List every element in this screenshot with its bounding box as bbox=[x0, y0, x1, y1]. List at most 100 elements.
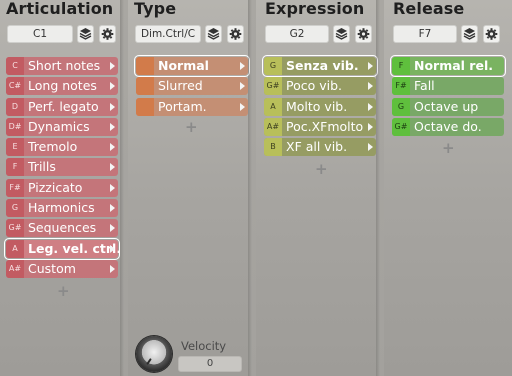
triangle-right-icon[interactable] bbox=[368, 122, 373, 131]
articulation-item-pizzicato[interactable]: F# Pizzicato bbox=[6, 178, 118, 197]
layers-icon[interactable] bbox=[77, 25, 94, 43]
triangle-right-icon[interactable] bbox=[110, 183, 115, 192]
gear-icon[interactable] bbox=[227, 25, 244, 43]
type-item-portam[interactable]: Portam. bbox=[136, 97, 248, 116]
item-label: Slurred bbox=[158, 78, 203, 94]
triangle-right-icon[interactable] bbox=[110, 163, 115, 172]
item-label: Long notes bbox=[28, 78, 97, 94]
release-key-field[interactable]: F7 bbox=[393, 25, 457, 43]
add-expression-button[interactable]: + bbox=[315, 160, 328, 178]
key-tag: D bbox=[6, 97, 24, 116]
item-label: Harmonics bbox=[28, 200, 95, 216]
triangle-right-icon[interactable] bbox=[368, 62, 373, 70]
key-tag: D# bbox=[6, 117, 24, 136]
triangle-right-icon[interactable] bbox=[368, 102, 373, 111]
articulation-item-tremolo[interactable]: E Tremolo bbox=[6, 138, 118, 157]
item-label: Senza vib. bbox=[286, 58, 359, 73]
layers-icon[interactable] bbox=[333, 25, 350, 43]
add-release-button[interactable]: + bbox=[442, 139, 455, 157]
type-item-slurred[interactable]: Slurred bbox=[136, 77, 248, 96]
item-label: XF all vib. bbox=[286, 139, 348, 155]
item-label: Molto vib. bbox=[286, 98, 348, 114]
release-column: Release F7 F Normal rel. F# Fall G Octave u… bbox=[384, 0, 512, 376]
item-label: Trills bbox=[28, 159, 56, 175]
articulation-item-leg-vel-ctrl[interactable]: A Leg. vel. ctrl. bbox=[4, 237, 121, 260]
articulation-item-long-notes[interactable]: C# Long notes bbox=[6, 77, 118, 96]
layers-icon[interactable] bbox=[205, 25, 222, 43]
triangle-right-icon[interactable] bbox=[110, 204, 115, 213]
triangle-right-icon[interactable] bbox=[110, 122, 115, 131]
triangle-right-icon[interactable] bbox=[240, 62, 245, 70]
expression-column: Expression G2 G Senza vib. G# Poco vib. AM… bbox=[256, 0, 380, 376]
triangle-right-icon[interactable] bbox=[240, 102, 245, 111]
expression-item-poco-vib[interactable]: G# Poco vib. bbox=[264, 77, 376, 96]
expression-list: G Senza vib. G# Poco vib. A Molto vib. A# Po… bbox=[262, 55, 378, 158]
triangle-right-icon[interactable] bbox=[240, 82, 245, 91]
articulation-key-field[interactable]: C1 bbox=[7, 25, 73, 43]
triangle-right-icon[interactable] bbox=[110, 143, 115, 152]
expression-item-molto-vib[interactable]: A Molto vib. bbox=[264, 97, 376, 116]
articulation-column: Articulation C1 C Short notes C# Long note… bbox=[0, 0, 124, 376]
gear-icon[interactable] bbox=[355, 25, 372, 43]
item-label: Poc.XFmolto bbox=[286, 118, 364, 134]
knob-icon[interactable] bbox=[136, 336, 172, 372]
triangle-right-icon[interactable] bbox=[110, 102, 115, 111]
item-label: Pizzicato bbox=[28, 179, 83, 195]
item-label: Short notes bbox=[28, 58, 101, 73]
item-label: Dynamics bbox=[28, 118, 90, 134]
type-item-normal[interactable]: Normal bbox=[134, 55, 250, 77]
release-item-octave-up[interactable]: G Octave up bbox=[392, 97, 504, 116]
key-tag bbox=[136, 97, 154, 116]
articulation-title: Articulation bbox=[6, 0, 114, 18]
release-item-fall[interactable]: F# Fall bbox=[392, 77, 504, 96]
item-label: Octave up bbox=[414, 98, 479, 114]
key-tag: G bbox=[392, 97, 410, 116]
key-tag: A bbox=[6, 239, 24, 258]
expression-item-senza-vib[interactable]: G Senza vib. bbox=[262, 55, 378, 77]
expression-item-xf-all-vib[interactable]: B XF all vib. bbox=[264, 138, 376, 157]
articulation-list: C Short notes C# Long notes D Perf. legato … bbox=[4, 57, 121, 280]
triangle-right-icon[interactable] bbox=[110, 224, 115, 233]
gear-icon[interactable] bbox=[99, 25, 116, 43]
item-label: Sequences bbox=[28, 220, 97, 236]
articulation-item-perf-legato[interactable]: D Perf. legato bbox=[6, 97, 118, 116]
item-label: Custom bbox=[28, 260, 76, 276]
triangle-right-icon[interactable] bbox=[368, 143, 373, 152]
key-tag: G bbox=[264, 57, 282, 75]
item-label: Poco vib. bbox=[286, 78, 343, 94]
item-label: Normal bbox=[158, 58, 209, 73]
key-tag: F# bbox=[392, 77, 410, 96]
articulation-item-harmonics[interactable]: G Harmonics bbox=[6, 199, 118, 218]
triangle-right-icon[interactable] bbox=[368, 82, 373, 91]
key-tag: B bbox=[264, 138, 282, 157]
gear-icon[interactable] bbox=[483, 25, 500, 43]
item-label: Fall bbox=[414, 78, 435, 94]
key-tag bbox=[136, 57, 154, 75]
velocity-value-field[interactable]: 0 bbox=[178, 356, 242, 372]
articulation-item-short-notes[interactable]: C Short notes bbox=[6, 57, 118, 75]
articulation-item-trills[interactable]: F Trills bbox=[6, 158, 118, 177]
articulation-item-sequences[interactable]: G# Sequences bbox=[6, 219, 118, 238]
expression-key-field[interactable]: G2 bbox=[265, 25, 329, 43]
articulation-item-dynamics[interactable]: D# Dynamics bbox=[6, 117, 118, 136]
key-tag: F bbox=[392, 57, 410, 75]
triangle-right-icon[interactable] bbox=[110, 264, 115, 273]
key-tag: C# bbox=[6, 77, 24, 96]
key-tag: A# bbox=[6, 259, 24, 278]
add-articulation-button[interactable]: + bbox=[57, 282, 70, 300]
type-key-field[interactable]: Dim.Ctrl/C bbox=[135, 25, 201, 43]
add-type-button[interactable]: + bbox=[185, 118, 198, 136]
release-item-normal-rel[interactable]: F Normal rel. bbox=[390, 55, 506, 77]
key-tag: G# bbox=[6, 219, 24, 238]
expression-item-poc-xf-molto[interactable]: A# Poc.XFmolto bbox=[264, 117, 376, 136]
release-list: F Normal rel. F# Fall G Octave up G# Octave … bbox=[390, 55, 506, 138]
release-item-octave-do[interactable]: G# Octave do. bbox=[392, 117, 504, 136]
triangle-right-icon[interactable] bbox=[110, 244, 115, 253]
item-label: Normal rel. bbox=[414, 58, 493, 73]
layers-icon[interactable] bbox=[461, 25, 478, 43]
triangle-right-icon[interactable] bbox=[110, 62, 115, 70]
velocity-label: Velocity bbox=[181, 339, 227, 353]
triangle-right-icon[interactable] bbox=[110, 82, 115, 91]
type-column: Type Dim.Ctrl/C Normal Slurred Portam. + bbox=[128, 0, 252, 376]
articulation-item-custom[interactable]: A# Custom bbox=[6, 259, 118, 278]
